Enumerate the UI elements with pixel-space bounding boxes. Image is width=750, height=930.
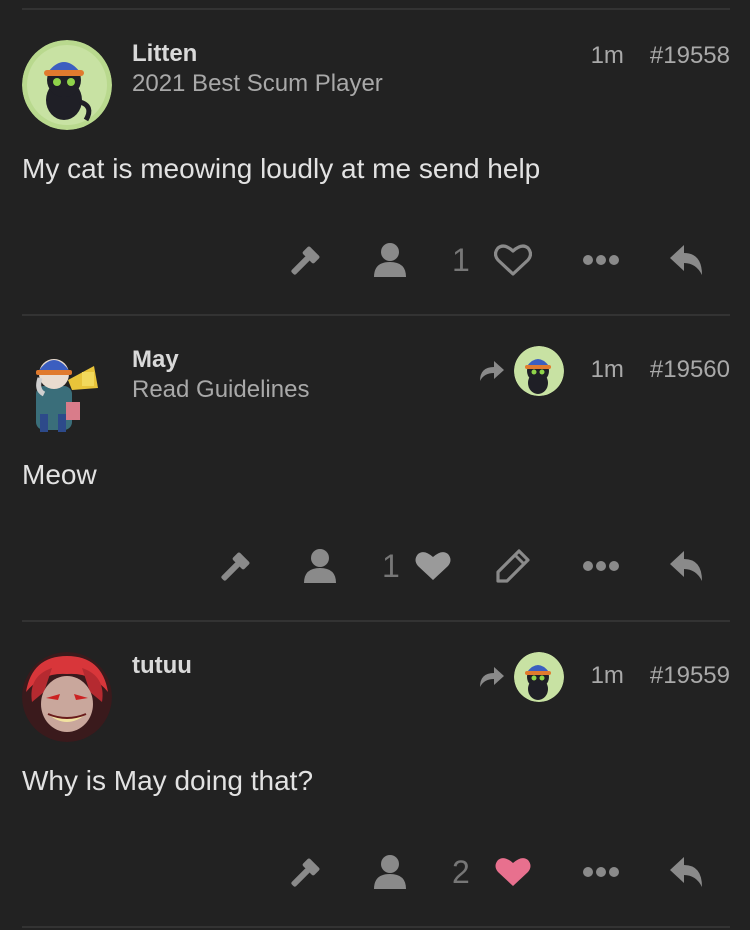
post-actions: 1	[0, 534, 750, 594]
avatar[interactable]	[22, 652, 112, 742]
like-button[interactable]	[492, 240, 534, 280]
username[interactable]: Litten	[132, 40, 197, 68]
post-body: Meow	[22, 459, 97, 490]
post-meta: 1m #19560	[591, 356, 730, 384]
admin-button[interactable]	[284, 854, 324, 894]
more-button[interactable]	[580, 554, 622, 578]
admin-button[interactable]	[284, 242, 324, 282]
gavel-icon	[221, 552, 250, 581]
edit-button[interactable]	[492, 546, 534, 586]
reply-to-avatar	[514, 652, 564, 702]
user-title: 2021 Best Scum Player	[132, 70, 383, 97]
ellipsis-icon	[583, 255, 619, 265]
share-arrow-icon	[480, 361, 504, 381]
post-number[interactable]: #19559	[650, 662, 730, 690]
admin-button[interactable]	[214, 548, 254, 588]
reply-icon	[670, 245, 702, 275]
username[interactable]: tutuu	[132, 652, 192, 680]
heart-icon	[494, 244, 532, 276]
post-body: Why is May doing that?	[22, 765, 314, 796]
like-count[interactable]: 1	[382, 544, 400, 588]
post-may: May Read Guidelines 1m #19560 Meow 1	[0, 316, 750, 622]
user-icon	[374, 855, 406, 889]
user-button[interactable]	[370, 852, 410, 892]
pencil-icon	[496, 549, 530, 583]
more-button[interactable]	[580, 860, 622, 884]
user-button[interactable]	[300, 546, 340, 586]
ellipsis-icon	[583, 561, 619, 571]
post-time[interactable]: 1m	[591, 356, 624, 384]
post-actions: 1	[0, 228, 750, 288]
like-button[interactable]	[412, 546, 454, 586]
heart-icon	[495, 858, 531, 886]
gavel-icon	[291, 858, 320, 887]
post-litten: Litten 2021 Best Scum Player 1m #19558 M…	[0, 10, 750, 316]
like-count[interactable]: 1	[452, 238, 470, 282]
user-icon	[374, 243, 406, 277]
like-count[interactable]: 2	[452, 850, 470, 894]
avatar[interactable]	[22, 344, 112, 434]
reply-to-tab[interactable]	[478, 652, 564, 702]
user-title: Read Guidelines	[132, 376, 310, 403]
ellipsis-icon	[583, 867, 619, 877]
reply-button[interactable]	[666, 852, 708, 892]
user-button[interactable]	[370, 240, 410, 280]
user-icon	[304, 549, 336, 583]
gavel-icon	[291, 246, 320, 275]
post-number[interactable]: #19558	[650, 42, 730, 70]
bottom-divider	[22, 926, 730, 928]
like-button[interactable]	[492, 852, 534, 892]
post-tutuu: tutuu 1m #19559 Why is May doing that? 2	[0, 622, 750, 928]
share-arrow-icon	[480, 667, 504, 687]
more-button[interactable]	[580, 248, 622, 272]
post-body: My cat is meowing loudly at me send help	[22, 153, 541, 184]
reply-icon	[670, 551, 702, 581]
reply-button[interactable]	[666, 546, 708, 586]
reply-icon	[670, 857, 702, 887]
reply-button[interactable]	[666, 240, 708, 280]
username[interactable]: May	[132, 346, 179, 374]
post-meta: 1m #19558	[591, 42, 730, 70]
heart-icon	[415, 552, 451, 580]
post-actions: 2	[0, 840, 750, 900]
post-number[interactable]: #19560	[650, 356, 730, 384]
reply-to-avatar	[514, 346, 564, 396]
post-time[interactable]: 1m	[591, 42, 624, 70]
post-time[interactable]: 1m	[591, 662, 624, 690]
reply-to-tab[interactable]	[478, 346, 564, 396]
avatar[interactable]	[22, 40, 112, 130]
post-meta: 1m #19559	[591, 662, 730, 690]
